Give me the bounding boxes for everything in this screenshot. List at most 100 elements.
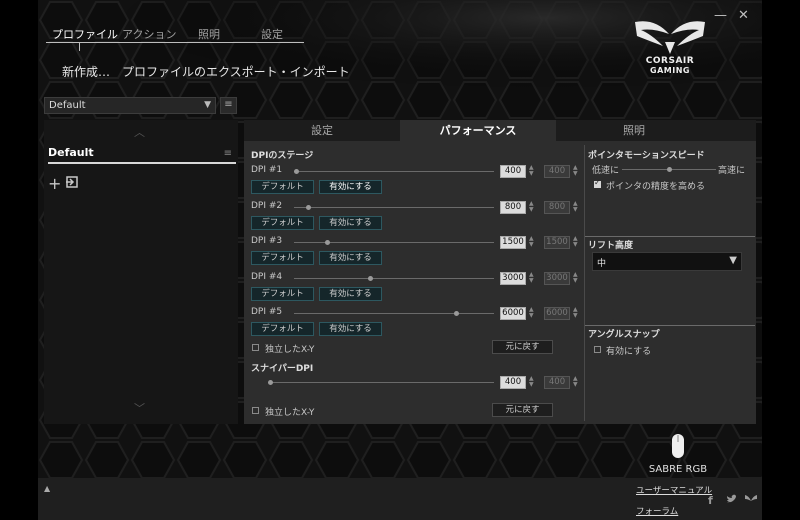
- profile-menu-button[interactable]: ≡: [220, 97, 237, 114]
- dpi-enable-button[interactable]: 有効にする: [319, 322, 382, 336]
- spinner-arrows-icon[interactable]: ▲ ▼: [573, 307, 578, 319]
- angle-snap-header: アングルスナップ: [588, 330, 660, 340]
- dpi-enable-button[interactable]: 有効にする: [319, 216, 382, 230]
- spinner-arrows-icon[interactable]: ▲ ▼: [529, 272, 534, 284]
- column-divider: [584, 145, 585, 421]
- slider-knob[interactable]: [368, 276, 373, 281]
- dpi-y-value-input[interactable]: 6000: [544, 307, 570, 320]
- dpi-y-value-input[interactable]: 3000: [544, 272, 570, 285]
- spinner-arrows-icon[interactable]: ▲ ▼: [529, 376, 534, 388]
- dpi-value-input[interactable]: 6000: [500, 307, 526, 320]
- slider-knob[interactable]: [667, 167, 672, 172]
- tab-lighting[interactable]: 照明: [198, 26, 220, 42]
- tab-performance[interactable]: パフォーマンス: [400, 120, 556, 141]
- facebook-icon[interactable]: f: [708, 494, 713, 507]
- dpi-value-input[interactable]: 3000: [500, 272, 526, 285]
- profile-name: Default: [48, 146, 94, 159]
- new-profile-link[interactable]: 新作成…: [62, 65, 110, 79]
- sniper-dpi-slider[interactable]: [268, 380, 494, 385]
- sniper-independent-xy-checkbox[interactable]: [252, 407, 259, 414]
- dpi-stage-label: DPI #1: [251, 165, 283, 175]
- corsair-icon[interactable]: [744, 494, 758, 504]
- dpi-stage-slider[interactable]: [294, 205, 494, 210]
- hamburger-icon[interactable]: ≡: [224, 148, 232, 159]
- plus-icon[interactable]: +: [48, 174, 61, 193]
- corsair-logo: CORSAIR GAMING: [625, 14, 715, 80]
- spinner-arrows-icon[interactable]: ▲ ▼: [529, 165, 534, 177]
- export-import-link[interactable]: プロファイルのエクスポート・インポート: [122, 65, 350, 79]
- spinner-arrows-icon[interactable]: ▲ ▼: [573, 272, 578, 284]
- dpi-stage-slider[interactable]: [294, 311, 494, 316]
- dpi-enable-button[interactable]: 有効にする: [319, 287, 382, 301]
- sniper-reset-button[interactable]: 元に戻す: [492, 403, 553, 417]
- scroll-up-icon[interactable]: ︿: [134, 124, 145, 140]
- mouse-icon: [672, 434, 684, 458]
- dpi-value-input[interactable]: 800: [500, 201, 526, 214]
- import-icon[interactable]: [66, 176, 78, 188]
- spinner-arrows-icon[interactable]: ▲ ▼: [529, 201, 534, 213]
- profile-dropdown[interactable]: Default ▼: [44, 97, 216, 114]
- tab-settings[interactable]: 設定: [261, 26, 283, 42]
- dpi-default-button[interactable]: デフォルト: [251, 251, 314, 265]
- lift-height-dropdown[interactable]: 中 ▼: [592, 252, 742, 271]
- tab-main-lighting[interactable]: 照明: [556, 120, 712, 141]
- dpi-stages-header: DPIのステージ: [251, 151, 314, 161]
- dpi-enable-button[interactable]: 有効にする: [319, 180, 382, 194]
- spinner-arrows-icon[interactable]: ▲ ▼: [573, 236, 578, 248]
- user-manual-link[interactable]: ユーザーマニュアル: [636, 484, 712, 496]
- dpi-stage-label: DPI #2: [251, 201, 283, 211]
- scroll-down-icon[interactable]: ﹀: [134, 400, 145, 416]
- tab-profile[interactable]: プロファイル: [52, 26, 118, 42]
- pointer-speed-slider[interactable]: [622, 167, 716, 172]
- slider-knob[interactable]: [306, 205, 311, 210]
- dpi-default-button[interactable]: デフォルト: [251, 322, 314, 336]
- active-tab-marker: [79, 43, 80, 51]
- spinner-arrows-icon[interactable]: ▲ ▼: [573, 376, 578, 388]
- dpi-y-value-input[interactable]: 800: [544, 201, 570, 214]
- slider-knob[interactable]: [294, 169, 299, 174]
- lift-height-value: 中: [597, 259, 607, 269]
- sniper-dpi-header: スナイパーDPI: [251, 364, 314, 374]
- dpi-value-input[interactable]: 400: [500, 165, 526, 178]
- dpi-stage-slider[interactable]: [294, 276, 494, 281]
- spinner-arrows-icon[interactable]: ▲ ▼: [529, 236, 534, 248]
- enhance-precision-checkbox[interactable]: [594, 178, 601, 188]
- sniper-dpi-y-input[interactable]: 400: [544, 376, 570, 389]
- slider-knob[interactable]: [268, 380, 273, 385]
- tab-actions[interactable]: アクション: [122, 26, 176, 42]
- sniper-independent-xy-label: 独立したX-Y: [265, 408, 315, 418]
- spinner-arrows-icon[interactable]: ▲ ▼: [573, 201, 578, 213]
- angle-snap-checkbox[interactable]: [594, 346, 601, 353]
- dpi-reset-button[interactable]: 元に戻す: [492, 340, 553, 354]
- dpi-y-value-input[interactable]: 1500: [544, 236, 570, 249]
- angle-snap-label: 有効にする: [606, 347, 652, 357]
- dpi-default-button[interactable]: デフォルト: [251, 180, 314, 194]
- twitter-icon[interactable]: [726, 494, 738, 504]
- independent-xy-checkbox[interactable]: [252, 344, 259, 351]
- dpi-default-button[interactable]: デフォルト: [251, 287, 314, 301]
- dpi-enable-button[interactable]: 有効にする: [319, 251, 382, 265]
- slider-knob[interactable]: [454, 311, 459, 316]
- dpi-default-button[interactable]: デフォルト: [251, 216, 314, 230]
- dpi-stage-label: DPI #5: [251, 307, 283, 317]
- triangle-up-icon[interactable]: ▲: [44, 484, 50, 493]
- profile-submenu: 新作成… プロファイルのエクスポート・インポート: [62, 63, 350, 80]
- forum-link[interactable]: フォーラム: [636, 505, 678, 517]
- dpi-stage-slider[interactable]: [294, 240, 494, 245]
- dpi-stage-slider[interactable]: [294, 169, 494, 174]
- minimize-button[interactable]: —: [714, 8, 727, 23]
- logo-text-corsair: CORSAIR: [645, 56, 695, 66]
- dpi-y-value-input[interactable]: 400: [544, 165, 570, 178]
- device-indicator[interactable]: SABRE RGB: [638, 432, 718, 475]
- slider-knob[interactable]: [325, 240, 330, 245]
- spinner-arrows-icon[interactable]: ▲ ▼: [573, 165, 578, 177]
- profile-list-item[interactable]: Default ≡: [48, 146, 236, 164]
- dpi-value-input[interactable]: 1500: [500, 236, 526, 249]
- sniper-dpi-input[interactable]: 400: [500, 376, 526, 389]
- cue-window: プロファイル アクション 照明 設定 新作成… プロファイルのエクスポート・インポ…: [38, 0, 762, 520]
- profile-list-panel: ︿ Default ≡ + ﹀: [44, 120, 238, 424]
- spinner-arrows-icon[interactable]: ▲ ▼: [529, 307, 534, 319]
- tab-main-settings[interactable]: 設定: [244, 120, 400, 141]
- main-tabs: 設定 パフォーマンス 照明: [244, 120, 756, 141]
- close-button[interactable]: ✕: [738, 8, 749, 23]
